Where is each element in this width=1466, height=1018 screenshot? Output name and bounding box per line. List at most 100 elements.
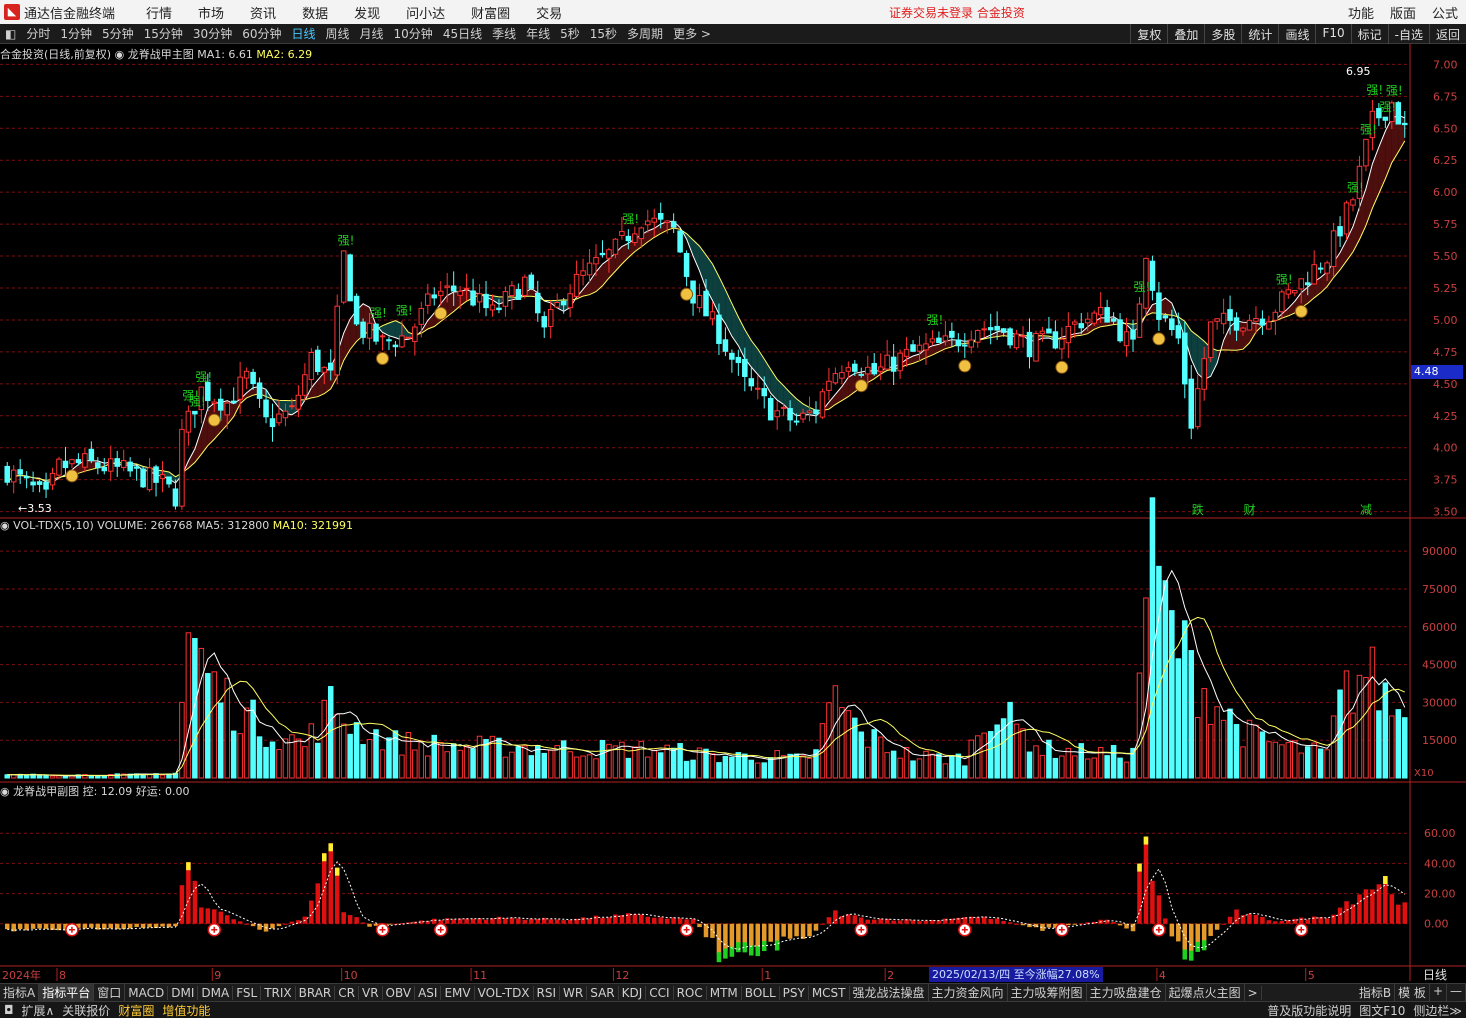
period-daily[interactable]: 日线 [286, 25, 320, 42]
bottom-caifuquan[interactable]: 财富圈 [114, 1002, 158, 1018]
tabbar-trail-item[interactable]: — [1447, 984, 1466, 1001]
period-monthly[interactable]: 月线 [355, 25, 389, 42]
indicator-tab[interactable]: VR [359, 985, 383, 1000]
indicator-tab[interactable]: 窗口 [94, 984, 126, 1001]
candle-down [1117, 319, 1123, 342]
candle-down [787, 408, 793, 421]
indicator-tab[interactable]: 主力资金风向 [929, 984, 1008, 1001]
tabbar-trail-item[interactable]: 模 板 [1395, 984, 1430, 1001]
period-45day[interactable]: 45日线 [438, 25, 487, 42]
indicator-tab[interactable]: KDJ [619, 985, 647, 1000]
menu-item-hangqing[interactable]: 行情 [133, 3, 185, 22]
indicator-tab[interactable]: MACD [125, 985, 169, 1000]
volume-pane-info: ◉ VOL-TDX(5,10) VOLUME: 266768 MA5: 3128… [0, 519, 353, 532]
menu-item-caifuquan[interactable]: 财富圈 [458, 3, 523, 22]
indicator-tab[interactable]: CR [335, 985, 359, 1000]
period-multi[interactable]: 多周期 [622, 25, 668, 42]
bottom-sidebar[interactable]: 侧边栏≫ [1409, 1002, 1466, 1018]
main-indicator-icon[interactable]: ◉ [115, 48, 125, 61]
indicator-tab[interactable]: RSI [534, 985, 561, 1000]
menu-item-shuju[interactable]: 数据 [289, 3, 341, 22]
tool-diejia[interactable]: 叠加 [1167, 24, 1204, 44]
indicator-tab[interactable]: 起爆点火主图 [1166, 984, 1245, 1001]
indicator-tab[interactable]: ASI [415, 985, 442, 1000]
indicator-tab[interactable]: WR [560, 985, 588, 1000]
indicator-tab[interactable]: > [1245, 985, 1262, 1000]
sub-indicator-icon[interactable]: ◉ [0, 785, 10, 798]
period-weekly[interactable]: 周线 [321, 25, 355, 42]
menu-gongneng[interactable]: 功能 [1340, 3, 1382, 22]
volume-indicator-icon[interactable]: ◉ [0, 519, 10, 532]
period-15sec[interactable]: 15秒 [585, 25, 622, 42]
expand-toggle[interactable]: ◘ [0, 1003, 18, 1017]
indicator-tab[interactable]: VOL-TDX [475, 985, 534, 1000]
period-5min[interactable]: 5分钟 [97, 25, 139, 42]
tool-huaxian[interactable]: 画线 [1278, 24, 1315, 44]
indicator-tab[interactable]: EMV [441, 985, 475, 1000]
indicator-tab[interactable]: MTM [707, 985, 742, 1000]
indicator-tab[interactable]: MCST [809, 985, 850, 1000]
period-5sec[interactable]: 5秒 [555, 25, 585, 42]
bottom-value-added[interactable]: 增值功能 [158, 1002, 214, 1018]
tabbar-trail-item[interactable]: + [1430, 984, 1447, 1001]
indicator-tab[interactable]: SAR [587, 985, 619, 1000]
sidebar-toggle-icon[interactable]: ◧ [0, 27, 21, 41]
period-1min[interactable]: 1分钟 [55, 25, 97, 42]
candle-down [256, 382, 263, 399]
period-10min[interactable]: 10分钟 [389, 25, 438, 42]
period-15min[interactable]: 15分钟 [139, 25, 188, 42]
volume-pane-title[interactable]: VOL-TDX(5,10) [13, 519, 94, 532]
tool-fuquan[interactable]: 复权 [1130, 24, 1167, 44]
period-quarter[interactable]: 季线 [487, 25, 521, 42]
tool-biaoji[interactable]: 标记 [1350, 24, 1388, 44]
indicator-tab[interactable]: OBV [383, 985, 416, 1000]
tool-fanhui[interactable]: 返回 [1428, 24, 1466, 44]
candle-up [211, 401, 218, 404]
period-60min[interactable]: 60分钟 [237, 25, 286, 42]
indicator-tab[interactable]: PSY [780, 985, 809, 1000]
tool-tongji[interactable]: 统计 [1241, 24, 1278, 44]
indicator-tab[interactable]: 强龙战法操盘 [850, 984, 929, 1001]
indicator-tab[interactable]: 指标A [0, 984, 40, 1001]
tool-duogu[interactable]: 多股 [1204, 24, 1241, 44]
volume-bar-down [767, 757, 774, 779]
menu-item-jiaoyi[interactable]: 交易 [523, 3, 575, 22]
indicator-tab[interactable]: 主力吸盘建仓 [1087, 984, 1166, 1001]
period-more[interactable]: 更多 > [668, 25, 716, 42]
bottom-related-quote[interactable]: 关联报价 [58, 1002, 114, 1018]
main-indicator-name[interactable]: 龙脊战甲主图 [128, 48, 194, 61]
period-30min[interactable]: 30分钟 [188, 25, 237, 42]
indicator-tab[interactable]: BRAR [296, 985, 336, 1000]
indicator-tab[interactable]: ROC [674, 985, 707, 1000]
tabbar-trail-item[interactable]: 指标B [1356, 984, 1396, 1001]
indicator-tab[interactable]: BOLL [742, 985, 780, 1000]
bottom-expand[interactable]: 扩展∧ [18, 1002, 59, 1018]
bottom-f10[interactable]: 图文F10 [1355, 1002, 1409, 1018]
menu-gongshi[interactable]: 公式 [1424, 3, 1466, 22]
menu-item-wenxiaoda[interactable]: 问小达 [393, 3, 458, 22]
menu-item-faxian[interactable]: 发现 [341, 3, 393, 22]
kline-chart-area[interactable]: 7.00 6.75 6.50 6.25 6.00 5.75 5.50 5.25 5.00 4.75… [0, 44, 1466, 981]
candle-up [845, 367, 852, 372]
menu-banmian[interactable]: 版面 [1382, 3, 1424, 22]
indicator-tab[interactable]: FSL [233, 985, 262, 1000]
menu-item-shichang[interactable]: 市场 [185, 3, 237, 22]
login-status[interactable]: 证券交易未登录 合金投资 [889, 4, 1025, 21]
sub-pane-title[interactable]: 龙脊战甲副图 [13, 785, 79, 798]
period-year[interactable]: 年线 [521, 25, 555, 42]
indicator-tab[interactable]: 指标平台 [39, 984, 95, 1001]
tool-zixuan[interactable]: -自选 [1387, 24, 1429, 44]
indicator-tab[interactable]: TRIX [261, 985, 296, 1000]
indicator-tab[interactable]: CCI [646, 985, 674, 1000]
menu-item-zixun[interactable]: 资讯 [237, 3, 289, 22]
indicator-tab[interactable]: 主力吸筹附图 [1008, 984, 1087, 1001]
candle-down [133, 466, 140, 469]
bottom-help[interactable]: 普及版功能说明 [1263, 1002, 1355, 1018]
sub-bar-positive [1357, 894, 1362, 924]
period-fenshi[interactable]: 分时 [21, 25, 55, 42]
tool-f10[interactable]: F10 [1315, 24, 1350, 44]
indicator-tab[interactable]: DMI [168, 985, 199, 1000]
indicator-tab[interactable]: DMA [198, 985, 234, 1000]
sub-bar-negative [1208, 923, 1213, 936]
volume-bar-up [502, 756, 509, 779]
